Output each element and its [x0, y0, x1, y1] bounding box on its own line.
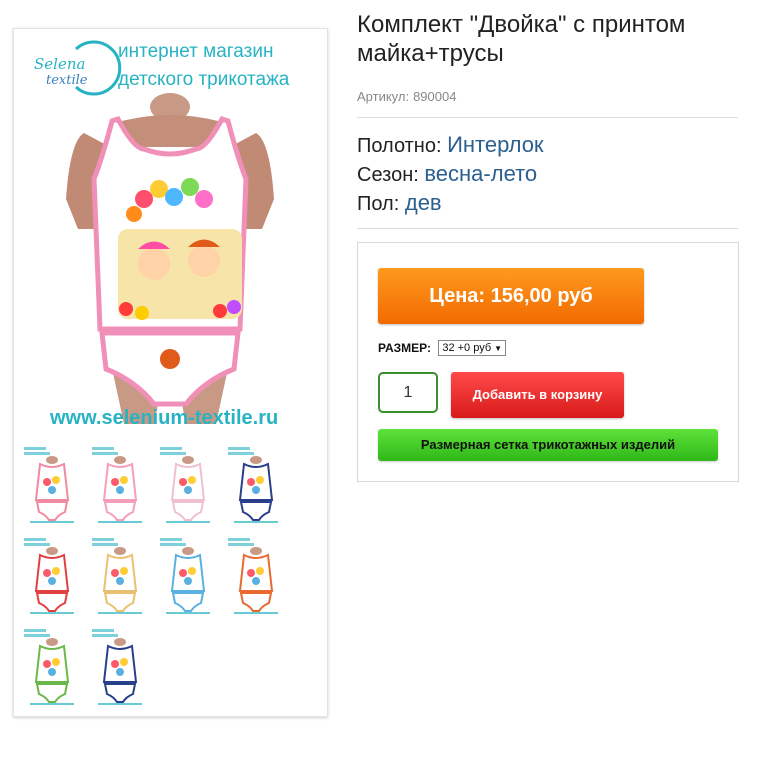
gallery-thumbnail[interactable]: [158, 535, 218, 615]
banner-line2: детского трикотажа: [118, 69, 290, 90]
divider: [357, 228, 738, 229]
attribute-gender: Пол: дев: [357, 189, 544, 218]
gallery-thumbnail[interactable]: [90, 626, 150, 706]
sku: Артикул: 890004: [357, 89, 456, 104]
size-chart-button[interactable]: Размерная сетка трикотажных изделий: [378, 429, 718, 461]
logo-text-line1: Selena: [34, 55, 85, 73]
size-select-value: 32 +0 руб: [442, 342, 492, 354]
product-attributes: Полотно: Интерлок Сезон: весна-лето Пол:…: [357, 131, 544, 218]
attribute-value[interactable]: весна-лето: [424, 161, 537, 186]
gallery-thumbnail[interactable]: [158, 444, 218, 524]
attribute-label: Сезон:: [357, 164, 419, 186]
attribute-label: Полотно:: [357, 135, 442, 157]
chevron-down-icon: ▼: [494, 344, 503, 353]
quantity-input[interactable]: 1: [378, 372, 438, 413]
website-watermark: www.selenium-textile.ru: [49, 407, 278, 429]
sku-label: Артикул:: [357, 89, 410, 104]
attribute-value[interactable]: Интерлок: [447, 132, 543, 157]
product-gallery: Selena textile интернет магазин детского…: [13, 28, 328, 717]
gallery-thumbnail[interactable]: [22, 535, 82, 615]
product-title: Комплект "Двойка" с принтом майка+трусы: [357, 11, 686, 67]
size-label: РАЗМЕР:: [378, 341, 431, 355]
gallery-thumbnail[interactable]: [22, 626, 82, 706]
attribute-fabric: Полотно: Интерлок: [357, 131, 544, 160]
banner-line1: интернет магазин: [118, 41, 273, 62]
attribute-season: Сезон: весна-лето: [357, 160, 544, 189]
size-select[interactable]: 32 +0 руб ▼: [438, 340, 507, 356]
gallery-thumbnail[interactable]: [22, 444, 82, 524]
buy-box: Цена: 156,00 руб РАЗМЕР: 32 +0 руб ▼ 1 До…: [357, 242, 739, 482]
attribute-label: Пол:: [357, 193, 400, 215]
gallery-thumbnail[interactable]: [90, 444, 150, 524]
sku-value: 890004: [413, 89, 457, 104]
divider: [357, 117, 738, 118]
attribute-value[interactable]: дев: [405, 190, 442, 215]
price-button[interactable]: Цена: 156,00 руб: [378, 268, 644, 324]
add-to-cart-button[interactable]: Добавить в корзину: [451, 372, 624, 418]
main-product-photo[interactable]: Selena textile интернет магазин детского…: [14, 29, 327, 434]
gallery-thumbnail[interactable]: [90, 535, 150, 615]
size-row: РАЗМЕР: 32 +0 руб ▼: [378, 340, 507, 357]
gallery-thumbnail[interactable]: [226, 444, 286, 524]
logo-text-line2: textile: [46, 73, 88, 88]
gallery-thumbnail[interactable]: [226, 535, 286, 615]
